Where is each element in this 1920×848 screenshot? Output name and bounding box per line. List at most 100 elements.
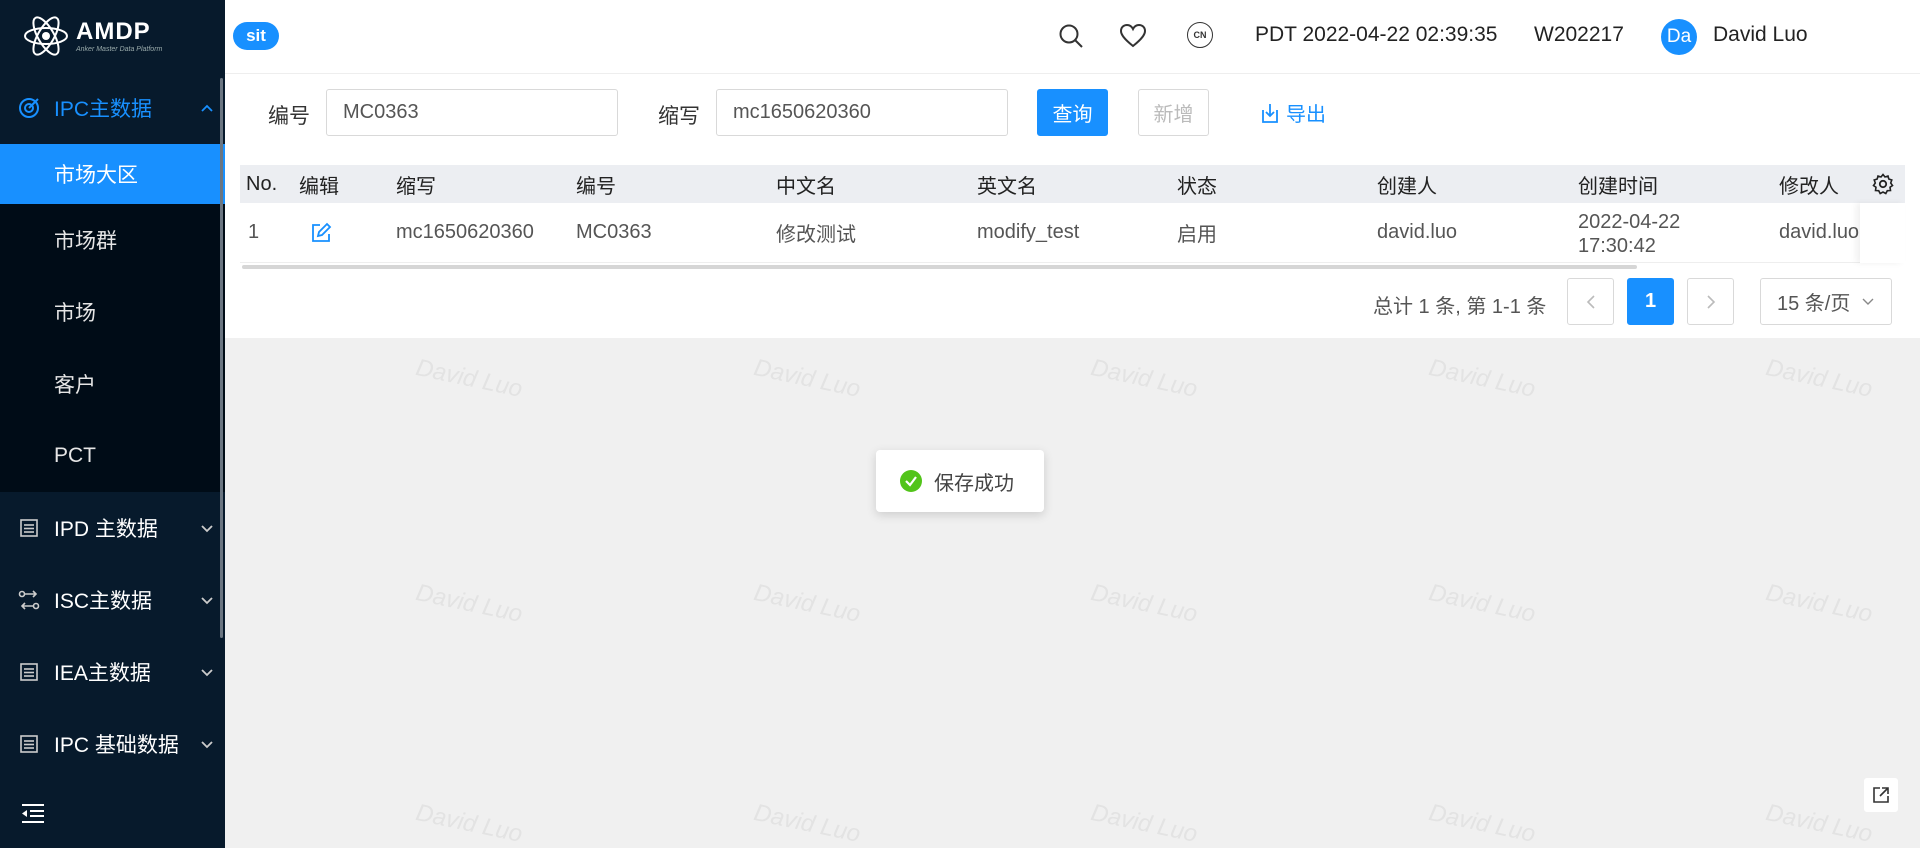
- external-link-icon: [1873, 787, 1889, 803]
- menu-group-iea-master[interactable]: IEA主数据: [0, 636, 225, 708]
- cell-modifier: david.luo: [1779, 221, 1859, 243]
- brand-title: AMDP: [76, 17, 151, 45]
- heart-icon[interactable]: [1119, 22, 1147, 50]
- menu-group-ipc-master[interactable]: IPC主数据: [0, 72, 225, 144]
- document-icon: [18, 733, 40, 755]
- abbr-input[interactable]: [716, 89, 1008, 136]
- week-display: W202217: [1534, 23, 1624, 46]
- cell-created-time: 2022-04-22 17:30:42: [1578, 210, 1680, 258]
- menu-collapse-icon[interactable]: [20, 802, 46, 824]
- chevron-right-icon: [1706, 294, 1715, 309]
- menu-group-ipd-master[interactable]: IPD 主数据: [0, 492, 225, 564]
- column-settings-button[interactable]: [1860, 165, 1905, 203]
- download-icon: [1262, 103, 1278, 123]
- edit-icon[interactable]: [310, 222, 332, 244]
- avatar[interactable]: Da: [1661, 19, 1697, 55]
- document-icon: [18, 661, 40, 683]
- watermark: David Luo: [1426, 799, 1538, 848]
- sidebar-item-label: PCT: [54, 444, 96, 467]
- watermark: David Luo: [1763, 579, 1875, 628]
- sidebar: AMDP Anker Master Data Platform IPC主数据 市…: [0, 0, 225, 848]
- code-input[interactable]: [326, 89, 618, 136]
- page-size-value: 15 条/页: [1777, 293, 1851, 315]
- brand-logo[interactable]: AMDP Anker Master Data Platform: [0, 0, 225, 72]
- column-header[interactable]: 编号: [576, 170, 616, 199]
- column-header[interactable]: 中文名: [776, 170, 836, 199]
- watermark: David Luo: [1763, 799, 1875, 848]
- menu-group-isc-master[interactable]: ISC主数据: [0, 564, 225, 636]
- add-button[interactable]: 新增: [1138, 89, 1209, 136]
- column-header: 编辑: [299, 175, 339, 198]
- query-button[interactable]: 查询: [1037, 89, 1108, 136]
- watermark: David Luo: [413, 799, 525, 848]
- created-date: 2022-04-22: [1578, 211, 1681, 233]
- column-header[interactable]: 英文名: [977, 170, 1037, 199]
- abbr-label: 缩写: [658, 105, 700, 128]
- column-header[interactable]: 修改人: [1779, 170, 1839, 199]
- cell-abbr: mc1650620360: [396, 221, 534, 243]
- chevron-down-icon: [201, 669, 213, 677]
- export-label: 导出: [1286, 104, 1326, 126]
- sidebar-item-label: 市场大区: [54, 164, 138, 187]
- sidebar-item-pct[interactable]: PCT: [0, 420, 225, 492]
- menu-group-label: IPC主数据: [54, 98, 153, 121]
- watermark: David Luo: [751, 799, 863, 848]
- code-label: 编号: [268, 105, 310, 128]
- language-icon[interactable]: CN: [1187, 22, 1213, 48]
- sidebar-item-customer[interactable]: 客户: [0, 348, 225, 420]
- watermark: David Luo: [1763, 354, 1875, 403]
- sidebar-item-label: 客户: [54, 374, 96, 397]
- cell-creator: david.luo: [1377, 221, 1458, 243]
- feedback-button[interactable]: [1864, 778, 1898, 812]
- target-icon: [18, 97, 40, 119]
- column-header: No.: [246, 172, 278, 195]
- search-icon[interactable]: [1057, 22, 1085, 50]
- horizontal-scrollbar[interactable]: [242, 265, 1637, 269]
- document-icon: [18, 517, 40, 539]
- menu-group-label: ISC主数据: [54, 590, 153, 613]
- column-header[interactable]: 缩写: [396, 170, 436, 199]
- watermark: David Luo: [1088, 579, 1200, 628]
- cell-code: MC0363: [576, 221, 652, 243]
- success-toast: 保存成功: [876, 450, 1044, 512]
- created-time: 17:30:42: [1578, 235, 1656, 257]
- next-page-button[interactable]: [1687, 278, 1734, 325]
- watermark: David Luo: [1426, 354, 1538, 403]
- sidebar-scrollbar[interactable]: [220, 78, 223, 638]
- swap-icon: [18, 589, 40, 611]
- page-button-current[interactable]: 1: [1627, 278, 1674, 325]
- atom-logo-icon: [24, 16, 68, 56]
- chevron-down-icon: [201, 525, 213, 533]
- menu-group-ipc-basic[interactable]: IPC 基础数据: [0, 708, 225, 780]
- cell-cn-name: 修改测试: [776, 224, 856, 246]
- top-header: sit CN PDT 2022-04-22 02:39:35 W202217 D…: [225, 0, 1920, 74]
- chevron-down-icon: [201, 597, 213, 605]
- sidebar-item-market-region[interactable]: 市场大区: [0, 144, 225, 204]
- menu-group-label: IEA主数据: [54, 662, 151, 685]
- watermark: David Luo: [413, 579, 525, 628]
- watermark: David Luo: [1088, 799, 1200, 848]
- pagination-summary: 总计 1 条, 第 1-1 条: [1373, 296, 1547, 318]
- prev-page-button[interactable]: [1567, 278, 1614, 325]
- page-size-select[interactable]: 15 条/页: [1760, 278, 1892, 325]
- column-header[interactable]: 创建时间: [1578, 170, 1658, 199]
- column-header[interactable]: 状态: [1177, 170, 1217, 199]
- submenu-ipc-master: 市场大区 市场群 市场 客户 PCT: [0, 144, 225, 492]
- user-name[interactable]: David Luo: [1713, 23, 1808, 47]
- sidebar-item-market[interactable]: 市场: [0, 276, 225, 348]
- watermark: David Luo: [751, 579, 863, 628]
- data-table: No. 编辑 缩写 编号 中文名 英文名 状态 创建人 创建时间 修改人 1 m…: [240, 165, 1905, 269]
- column-header[interactable]: 创建人: [1377, 170, 1437, 199]
- brand-subtitle: Anker Master Data Platform: [76, 45, 163, 53]
- watermark: David Luo: [413, 354, 525, 403]
- menu-group-label: IPC 基础数据: [54, 734, 179, 757]
- menu-group-label: IPD 主数据: [54, 518, 158, 541]
- content-panel: 编号 缩写 查询 新增 导出 No. 编辑 缩写 编号 中文名 英文名 状态 创…: [225, 74, 1920, 338]
- toast-message: 保存成功: [934, 472, 1014, 495]
- datetime-display: PDT 2022-04-22 02:39:35: [1255, 23, 1498, 46]
- chevron-down-icon: [201, 741, 213, 749]
- cell-en-name: modify_test: [977, 221, 1080, 243]
- sidebar-item-market-group[interactable]: 市场群: [0, 204, 225, 276]
- watermark: David Luo: [1426, 579, 1538, 628]
- export-button[interactable]: 导出: [1253, 89, 1333, 136]
